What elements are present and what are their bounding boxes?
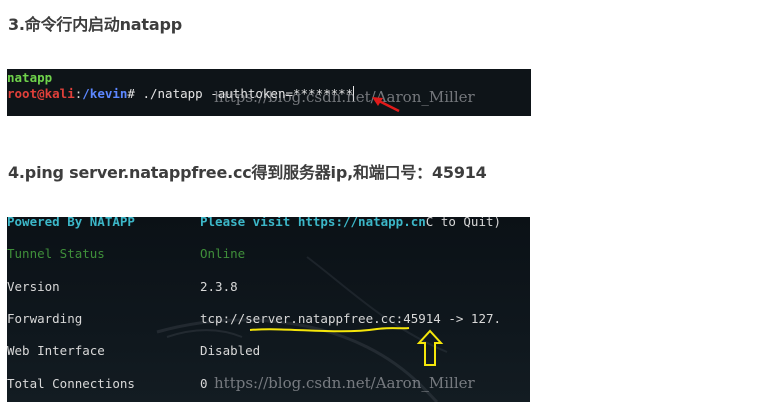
web-interface-value: Disabled [200,343,261,358]
total-connections-value: 0 [200,376,208,391]
terminal-user-line: natapp [7,70,53,85]
prompt-path: /kevin [82,86,128,101]
terminal-screenshot-natapp-status: Powered By NATAPP Please visit https://n… [7,217,530,402]
prompt-symbol: # [127,86,143,101]
yellow-arrow-icon [416,329,444,366]
step4-heading: 4.ping server.natappfree.cc得到服务器ip,和端口号：… [8,163,487,182]
prompt-user: root@kali [7,86,75,101]
red-arrow-icon [372,97,400,113]
web-interface-label: Web Interface [7,343,105,358]
watermark: https://blog.csdn.net/Aaron_Miller [214,374,475,392]
step3-heading: 3.命令行内启动natapp [8,15,182,34]
watermark: https://blog.csdn.net/Aaron_Miller [214,88,475,106]
terminal-screenshot-launch: natapp root@kali:/kevin# ./natapp -autht… [7,69,531,116]
total-connections-label: Total Connections [7,376,135,391]
